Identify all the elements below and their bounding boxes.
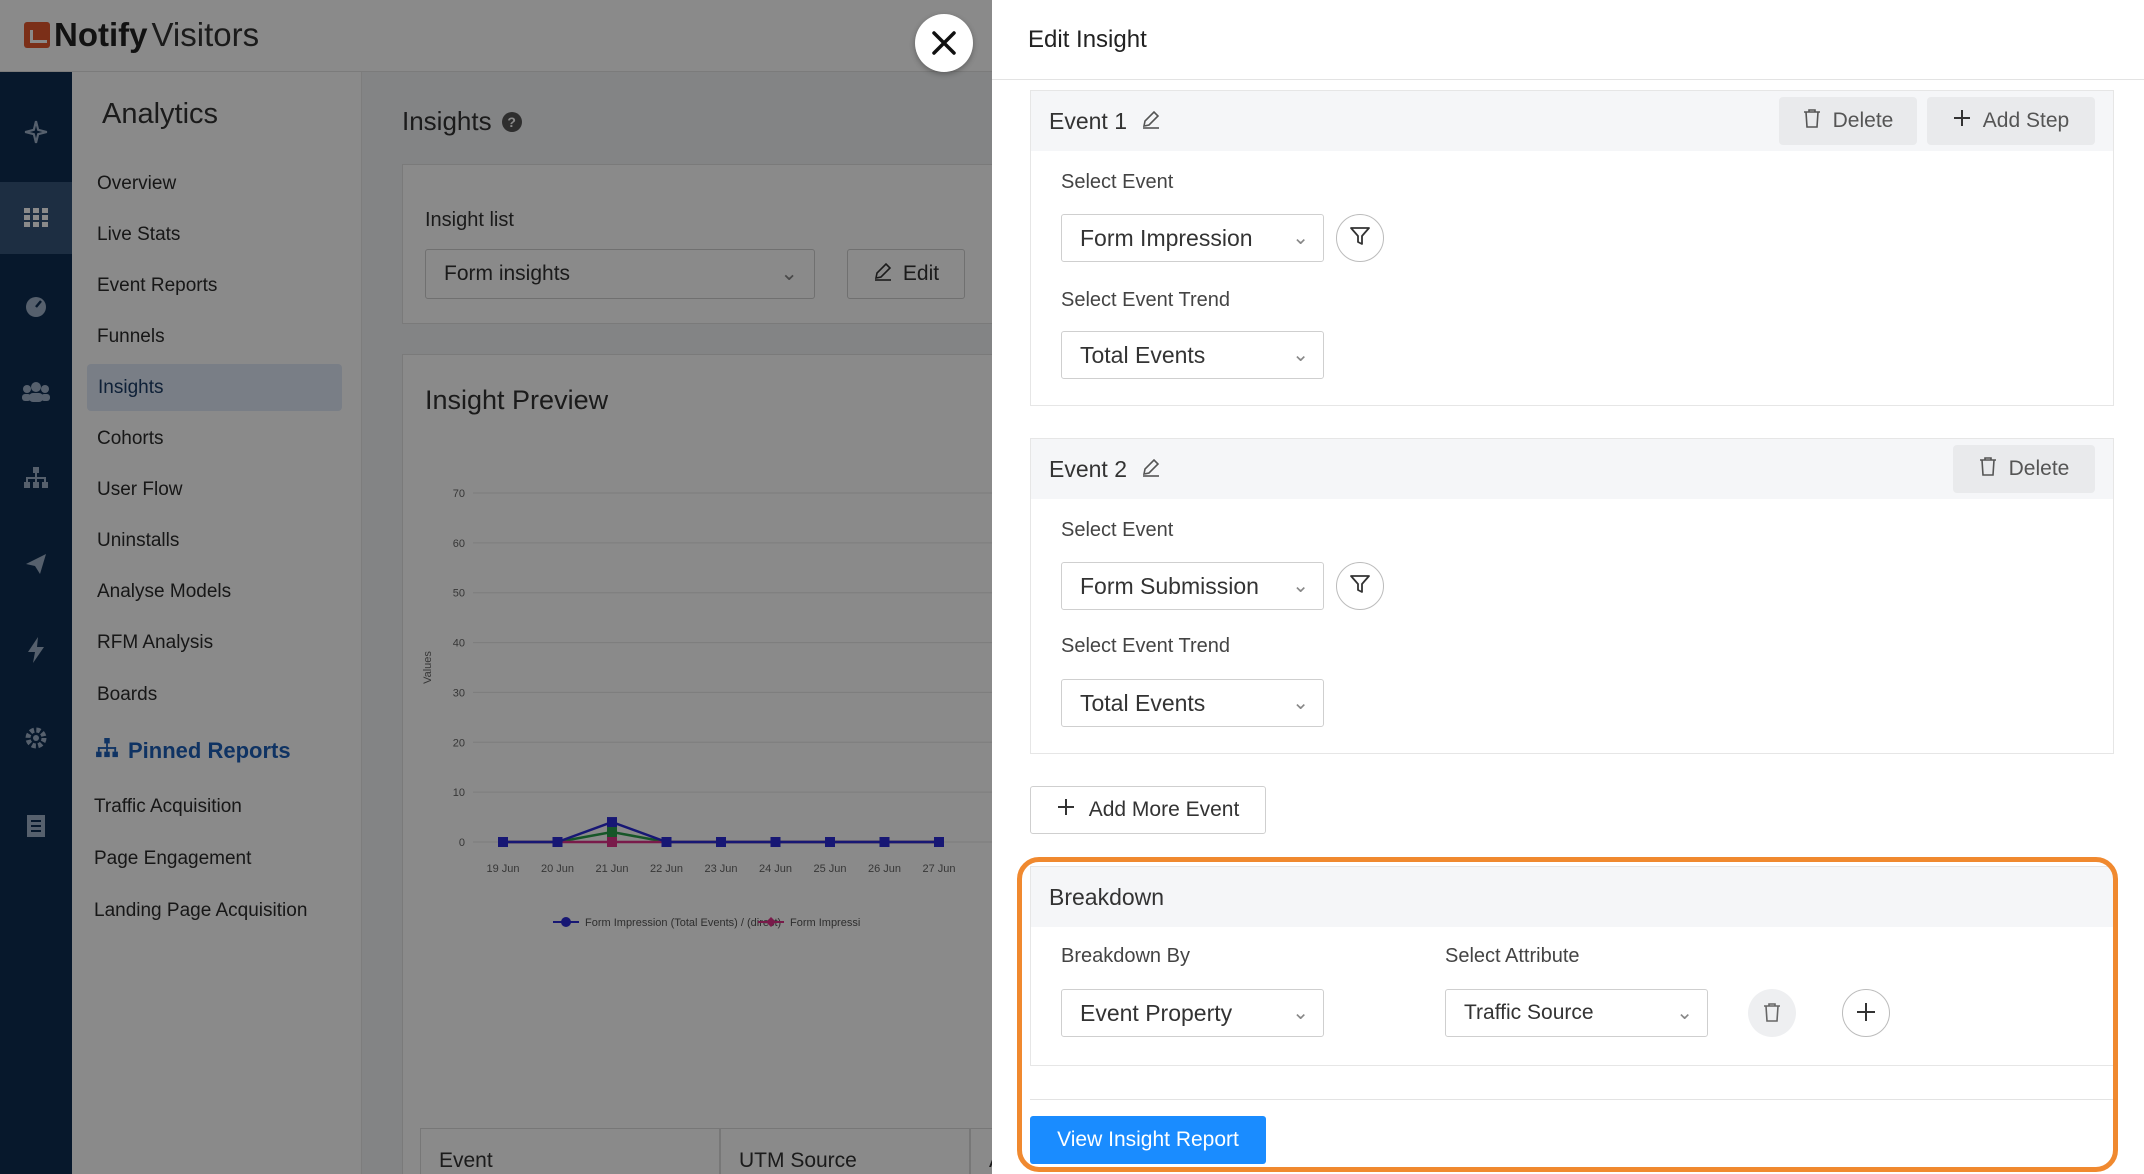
event-2-panel: Event 2 Delete Select Event Form Submiss… (1030, 438, 2114, 754)
breakdown-header: Breakdown (1031, 867, 2113, 927)
close-icon (931, 21, 957, 66)
pencil-icon[interactable] (1141, 109, 1161, 135)
breakdown-by-label: Breakdown By (1061, 945, 1190, 967)
close-drawer-button[interactable] (915, 14, 973, 72)
event-1-filter-button[interactable] (1336, 214, 1384, 262)
breakdown-by-select[interactable]: Event Property ⌄ (1061, 989, 1324, 1037)
drawer-title: Edit Insight (1028, 26, 1147, 53)
trash-icon (1763, 998, 1781, 1029)
filter-icon (1349, 573, 1371, 600)
event-1-delete-button[interactable]: Delete (1779, 97, 1917, 145)
event-2-event-value: Form Submission (1080, 573, 1259, 599)
filter-icon (1349, 225, 1371, 252)
event-1-trend-select[interactable]: Total Events ⌄ (1061, 331, 1324, 379)
plus-icon (1856, 998, 1876, 1029)
breakdown-by-value: Event Property (1080, 1000, 1233, 1026)
plus-icon (1953, 109, 1971, 133)
chevron-down-icon: ⌄ (1292, 227, 1309, 249)
add-more-event-label: Add More Event (1088, 798, 1240, 821)
select-attribute-label: Select Attribute (1445, 945, 1580, 967)
chevron-down-icon: ⌄ (1292, 344, 1309, 366)
edit-insight-drawer: Edit Insight Event 1 Delete Add Step Sel… (992, 0, 2144, 1174)
event-2-event-select[interactable]: Form Submission ⌄ (1061, 562, 1324, 610)
event-1-trend-value: Total Events (1080, 342, 1206, 368)
event-2-title-text: Event 2 (1049, 456, 1127, 482)
event-1-title: Event 1 (1049, 108, 1161, 135)
event-2-delete-button[interactable]: Delete (1953, 445, 2095, 493)
event-1-header: Event 1 Delete Add Step (1031, 91, 2113, 151)
breakdown-title: Breakdown (1049, 884, 1165, 910)
drawer-header: Edit Insight (992, 0, 2144, 80)
event-1-select-event-label: Select Event (1061, 171, 1174, 193)
event-2-delete-label: Delete (2008, 457, 2070, 480)
pencil-icon[interactable] (1141, 457, 1161, 483)
event-1-event-select[interactable]: Form Impression ⌄ (1061, 214, 1324, 262)
event-1-title-text: Event 1 (1049, 108, 1127, 134)
trash-icon (1979, 456, 1997, 482)
add-step-button[interactable]: Add Step (1927, 97, 2095, 145)
event-1-event-value: Form Impression (1080, 225, 1253, 251)
event-1-trend-label: Select Event Trend (1061, 289, 1230, 311)
event-1-delete-label: Delete (1832, 109, 1894, 132)
chevron-down-icon: ⌄ (1292, 692, 1309, 714)
event-2-header: Event 2 Delete (1031, 439, 2113, 499)
view-insight-report-button[interactable]: View Insight Report (1030, 1116, 1266, 1164)
remove-breakdown-button[interactable] (1748, 989, 1796, 1037)
event-2-trend-select[interactable]: Total Events ⌄ (1061, 679, 1324, 727)
add-step-label: Add Step (1982, 109, 2070, 132)
background-app: Notify Visitors Analytics Overview Live … (0, 0, 992, 1174)
chevron-down-icon: ⌄ (1292, 575, 1309, 597)
trash-icon (1803, 108, 1821, 134)
footer-divider (1030, 1099, 2114, 1100)
event-2-trend-label: Select Event Trend (1061, 635, 1230, 657)
select-attribute-value: Traffic Source (1464, 1001, 1594, 1024)
event-2-title: Event 2 (1049, 456, 1161, 483)
chevron-down-icon: ⌄ (1292, 1002, 1309, 1024)
plus-icon (1057, 798, 1075, 822)
select-attribute-select[interactable]: Traffic Source ⌄ (1445, 989, 1708, 1037)
event-2-filter-button[interactable] (1336, 562, 1384, 610)
modal-backdrop[interactable] (0, 0, 992, 1174)
event-2-select-event-label: Select Event (1061, 519, 1174, 541)
add-breakdown-button[interactable] (1842, 989, 1890, 1037)
chevron-down-icon: ⌄ (1676, 1002, 1693, 1024)
event-2-trend-value: Total Events (1080, 690, 1206, 716)
event-1-panel: Event 1 Delete Add Step Select Event For… (1030, 90, 2114, 406)
breakdown-panel: Breakdown Breakdown By Event Property ⌄ … (1030, 866, 2114, 1066)
add-more-event-button[interactable]: Add More Event (1030, 786, 1266, 834)
